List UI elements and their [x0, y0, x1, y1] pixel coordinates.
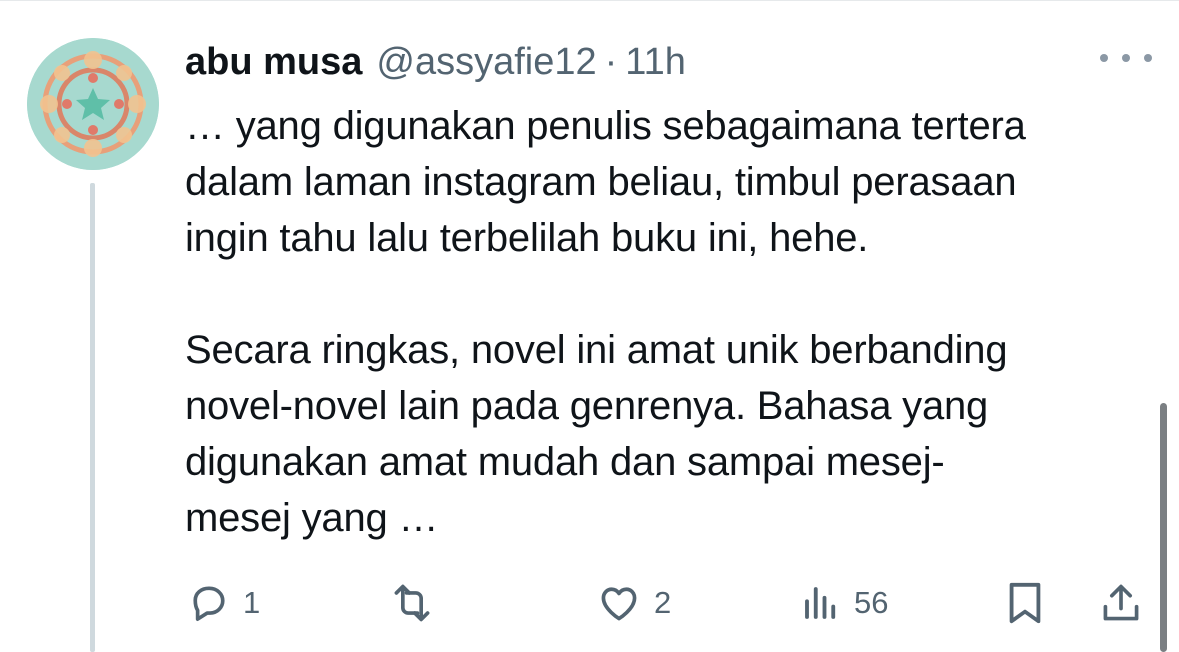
tweet-paragraph: Secara ringkas, novel ini amat unik berb… — [185, 328, 1008, 540]
thread-line — [90, 183, 95, 652]
separator-dot: · — [604, 41, 618, 83]
action-bar: 1 2 56 — [185, 577, 1145, 629]
tweet-text: … yang digunakan penulis sebagaimana ter… — [185, 98, 1150, 546]
more-options-button[interactable] — [1100, 44, 1152, 72]
like-count: 2 — [654, 585, 672, 620]
reply-button[interactable]: 1 — [187, 577, 260, 629]
like-button[interactable]: 2 — [596, 577, 671, 629]
scrollbar[interactable] — [1160, 403, 1167, 652]
bookmark-icon — [1009, 582, 1041, 624]
bookmark-button[interactable] — [1005, 577, 1045, 629]
repost-button[interactable] — [388, 577, 448, 629]
more-icon-dot — [1144, 54, 1152, 62]
author-name[interactable]: abu musa — [185, 38, 362, 86]
reply-icon — [193, 586, 225, 621]
top-divider — [0, 0, 1179, 1]
share-button[interactable] — [1099, 577, 1143, 629]
timestamp[interactable]: 11h — [625, 38, 686, 86]
repost-icon — [394, 584, 430, 622]
avatar[interactable] — [27, 38, 159, 170]
views-button[interactable]: 56 — [800, 577, 888, 629]
tweet-paragraph: … yang digunakan penulis sebagaimana ter… — [185, 104, 1026, 260]
avatar-pattern-icon — [27, 38, 159, 170]
more-icon-dot — [1100, 54, 1108, 62]
reply-count: 1 — [243, 585, 261, 620]
views-count: 56 — [854, 585, 889, 620]
heart-icon — [601, 587, 637, 621]
share-icon — [1103, 584, 1139, 621]
more-icon-dot — [1122, 54, 1130, 62]
author-handle[interactable]: @assyafie12 — [376, 38, 596, 86]
analytics-icon — [805, 587, 836, 619]
tweet-header: abu musa @assyafie12 · 11h — [185, 38, 686, 86]
